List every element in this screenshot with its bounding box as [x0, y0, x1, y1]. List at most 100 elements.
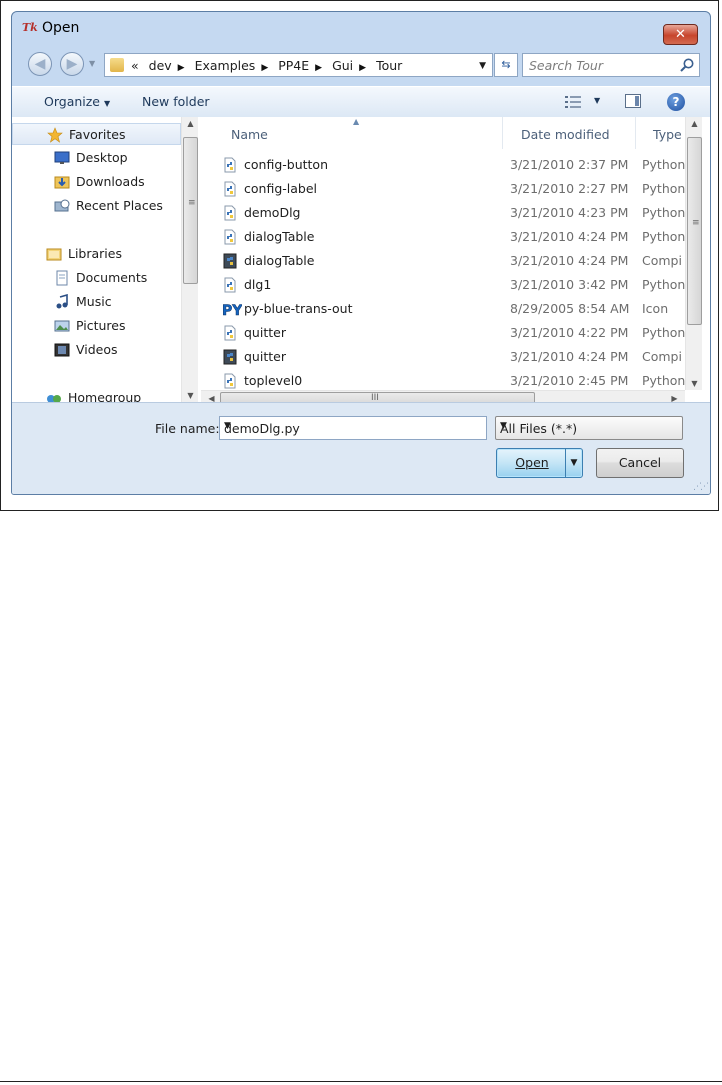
file-type: Compi	[642, 253, 682, 268]
pictures-icon	[54, 318, 70, 334]
views-icon[interactable]	[565, 95, 581, 109]
search-input[interactable]: Search Tour	[522, 53, 700, 77]
nav-item-label: Downloads	[76, 174, 145, 189]
forward-button[interactable]: ▶	[60, 52, 84, 76]
chevron-down-icon: ▼	[104, 99, 111, 108]
file-name-area: File name: demoDlg.py ▼ All Files (*.*) …	[12, 402, 710, 494]
breadcrumb-dev[interactable]: dev	[149, 58, 172, 73]
file-date-modified: 8/29/2005 8:54 AM	[510, 301, 630, 316]
nav-item-label: Desktop	[76, 150, 128, 165]
title-bar: Tk Open ✕	[12, 12, 710, 45]
python-file-icon	[222, 277, 238, 293]
nav-item-downloads[interactable]: Downloads	[12, 171, 181, 193]
breadcrumb-pp4e[interactable]: PP4E	[278, 58, 309, 73]
file-type: Python	[642, 277, 685, 292]
breadcrumb-tour[interactable]: Tour	[376, 58, 402, 73]
address-bar[interactable]: « dev ▶ Examples ▶ PP4E ▶ Gui ▶ Tour ▼	[104, 53, 493, 77]
table-row[interactable]: quitter 3/21/2010 4:22 PM Python	[201, 321, 685, 345]
column-divider[interactable]	[635, 117, 636, 149]
file-type: Python	[642, 181, 685, 196]
grip-icon: ≡	[692, 218, 700, 228]
breadcrumb-overflow[interactable]: «	[131, 58, 139, 73]
organize-button[interactable]: Organize ▼	[44, 94, 110, 109]
nav-item-libraries[interactable]: Libraries	[12, 243, 181, 265]
breadcrumb-separator-icon[interactable]: ▶	[359, 63, 366, 73]
file-list-scrollbar[interactable]: ▲ ≡ ▼	[685, 117, 702, 390]
nav-item-label: Videos	[76, 342, 118, 357]
column-header-type[interactable]: Type	[653, 127, 682, 142]
column-header-date[interactable]: Date modified	[521, 127, 610, 142]
preview-pane-icon[interactable]	[625, 94, 641, 108]
breadcrumb-examples[interactable]: Examples	[195, 58, 256, 73]
scrollbar-thumb[interactable]: ≡	[687, 137, 702, 325]
nav-item-music[interactable]: Music	[12, 291, 181, 313]
file-date-modified: 3/21/2010 2:45 PM	[510, 373, 629, 388]
file-name-input[interactable]: demoDlg.py ▼	[219, 416, 487, 440]
nav-item-favorites[interactable]: Favorites	[12, 123, 181, 145]
breadcrumb-gui[interactable]: Gui	[332, 58, 353, 73]
table-row[interactable]: dialogTable 3/21/2010 4:24 PM Compi	[201, 249, 685, 273]
table-row[interactable]: dialogTable 3/21/2010 4:24 PM Python	[201, 225, 685, 249]
nav-item-desktop[interactable]: Desktop	[12, 147, 181, 169]
breadcrumb-separator-icon[interactable]: ▶	[261, 63, 268, 73]
table-row[interactable]: quitter 3/21/2010 4:24 PM Compi	[201, 345, 685, 369]
file-type: Python	[642, 157, 685, 172]
scroll-down-icon[interactable]: ▼	[686, 379, 703, 388]
navigation-scrollbar[interactable]: ▲ ≡ ▼	[181, 117, 198, 402]
libraries-icon	[46, 246, 62, 262]
file-type: Compi	[642, 349, 682, 364]
scroll-up-icon[interactable]: ▲	[686, 119, 703, 128]
file-name-label: File name:	[155, 421, 220, 436]
table-row[interactable]: config-label 3/21/2010 2:27 PM Python	[201, 177, 685, 201]
resize-grip-icon[interactable]: ⋰⋰	[693, 482, 709, 492]
file-name: dialogTable	[244, 253, 315, 268]
nav-item-homegroup[interactable]: Homegroup	[12, 387, 181, 402]
breadcrumb-separator-icon[interactable]: ▶	[315, 63, 322, 73]
file-name: config-button	[244, 157, 328, 172]
file-date-modified: 3/21/2010 3:42 PM	[510, 277, 629, 292]
nav-item-videos[interactable]: Videos	[12, 339, 181, 361]
scroll-down-icon[interactable]: ▼	[182, 391, 199, 400]
file-name: dlg1	[244, 277, 272, 292]
table-row[interactable]: demoDlg 3/21/2010 4:23 PM Python	[201, 201, 685, 225]
column-header-name[interactable]: Name	[231, 127, 268, 142]
scroll-up-icon[interactable]: ▲	[182, 119, 199, 128]
table-row[interactable]: PY py-blue-trans-out 8/29/2005 8:54 AM Icon	[201, 297, 685, 321]
nav-item-recent-places[interactable]: Recent Places	[12, 195, 181, 217]
file-date-modified: 3/21/2010 4:23 PM	[510, 205, 629, 220]
star-icon	[47, 127, 63, 143]
open-button[interactable]: Open ▼	[496, 448, 583, 478]
file-type-select[interactable]: All Files (*.*) ▼	[495, 416, 683, 440]
command-bar: Organize ▼ New folder ▼ ?	[12, 86, 710, 118]
file-type: Python	[642, 325, 685, 340]
nav-item-documents[interactable]: Documents	[12, 267, 181, 289]
open-split-dropdown-icon[interactable]: ▼	[565, 449, 582, 477]
address-dropdown-icon[interactable]: ▼	[479, 61, 486, 71]
back-button[interactable]: ◀	[28, 52, 52, 76]
documents-icon	[54, 270, 70, 286]
nav-item-pictures[interactable]: Pictures	[12, 315, 181, 337]
search-icon[interactable]	[679, 57, 695, 73]
column-divider[interactable]	[502, 117, 503, 149]
chevron-down-icon[interactable]: ▼	[224, 421, 481, 431]
python-file-icon	[222, 229, 238, 245]
compiled-python-icon	[222, 349, 238, 365]
recent-locations-chevron-icon[interactable]: ▼	[89, 59, 95, 68]
close-button[interactable]: ✕	[663, 24, 698, 45]
file-list: ▲ Name Date modified Type config-button 3…	[201, 117, 685, 402]
table-row[interactable]: dlg1 3/21/2010 3:42 PM Python	[201, 273, 685, 297]
help-icon[interactable]: ?	[667, 93, 685, 111]
breadcrumb-separator-icon[interactable]: ▶	[178, 63, 185, 73]
py-logo-icon: PY	[222, 301, 244, 320]
refresh-button[interactable]: ⇆	[494, 53, 518, 77]
scrollbar-thumb[interactable]: ≡	[183, 137, 198, 284]
views-dropdown-icon[interactable]: ▼	[594, 96, 600, 105]
music-icon	[54, 293, 70, 310]
table-row[interactable]: config-button 3/21/2010 2:37 PM Python	[201, 153, 685, 177]
file-date-modified: 3/21/2010 2:27 PM	[510, 181, 629, 196]
chevron-down-icon: ▼	[500, 421, 507, 431]
grip-icon: ≡	[188, 198, 196, 208]
new-folder-button[interactable]: New folder	[142, 94, 210, 109]
file-date-modified: 3/21/2010 4:24 PM	[510, 229, 629, 244]
cancel-button[interactable]: Cancel	[596, 448, 684, 478]
